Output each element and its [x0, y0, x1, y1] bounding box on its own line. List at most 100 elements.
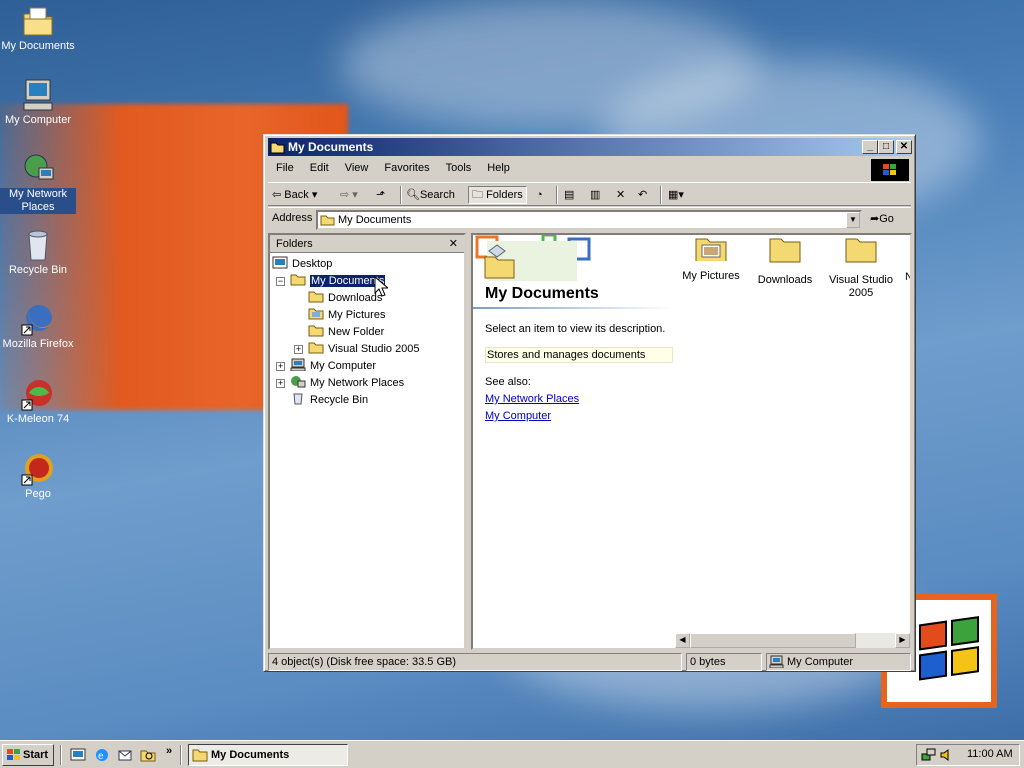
go-button[interactable]: ➦Go [870, 212, 894, 225]
desktop-icon-recycle-bin[interactable]: Recycle Bin [0, 228, 76, 277]
copy-to-button[interactable]: ▥ [590, 186, 600, 204]
contents-pane: My Documents Select an item to view its … [471, 233, 912, 650]
kmeleon-icon [21, 377, 55, 411]
mouse-cursor-icon [374, 275, 390, 301]
menu-file[interactable]: File [268, 159, 302, 177]
my-computer-icon [21, 78, 55, 112]
collapse-my-documents-icon[interactable]: − [276, 277, 285, 286]
quick-launch-chevron-icon[interactable]: » [166, 745, 172, 757]
folders-pane-close-button[interactable]: ✕ [449, 235, 458, 253]
status-size: 0 bytes [686, 653, 762, 671]
system-tray: 11:00 AM [916, 744, 1020, 766]
up-folder-icon: ⬏ [376, 189, 386, 201]
tree-label: Recycle Bin [310, 394, 369, 406]
desktop-icon-firefox[interactable]: Mozilla Firefox [0, 302, 76, 351]
computer-icon [290, 358, 306, 372]
desktop-icon-label: Mozilla Firefox [2, 338, 74, 350]
tree-label: Visual Studio 2005 [328, 343, 420, 355]
delete-button[interactable]: ✕ [616, 186, 625, 204]
folder-icon [769, 238, 801, 263]
address-bar: Address My Documents ▼ ➦Go [268, 207, 911, 231]
up-button[interactable]: ⬏ [376, 186, 385, 204]
volume-tray-icon[interactable] [939, 747, 955, 766]
expand-visual-studio-icon[interactable]: + [294, 345, 303, 354]
link-my-network-places[interactable]: My Network Places [485, 393, 579, 405]
maximize-button[interactable]: □ [878, 140, 894, 154]
see-also-label: See also: [485, 376, 531, 388]
tree-node-new-folder[interactable]: New Folder [308, 324, 384, 340]
tree-node-network-places[interactable]: My Network Places [290, 375, 404, 391]
search-button[interactable]: 🔍︎Search [406, 186, 455, 204]
status-zone: My Computer [766, 653, 911, 671]
address-dropdown-icon[interactable]: ▼ [846, 212, 860, 228]
tree-node-my-computer[interactable]: My Computer [290, 358, 376, 374]
back-button[interactable]: ⇦ Back ▾ [272, 186, 317, 204]
history-button[interactable]: ◔ [536, 186, 543, 204]
minimize-button[interactable]: _ [862, 140, 878, 154]
start-button[interactable]: Start [2, 744, 54, 766]
desktop-icon-kmeleon[interactable]: K-Meleon 74 [0, 377, 76, 426]
expand-network-icon[interactable]: + [276, 379, 285, 388]
link-my-computer[interactable]: My Computer [485, 410, 551, 422]
title-bar[interactable]: My Documents _ □ ✕ [268, 138, 912, 156]
item-label: Visual Studio 2005 [828, 274, 893, 299]
tree-node-downloads[interactable]: Downloads [308, 290, 382, 306]
item-downloads[interactable]: Downloads [753, 235, 817, 286]
expand-my-computer-icon[interactable]: + [276, 362, 285, 371]
status-bar: 4 object(s) (Disk free space: 33.5 GB) 0… [268, 653, 911, 671]
internet-explorer-icon[interactable]: e [94, 747, 110, 766]
desktop-icon-network[interactable]: My Network Places [0, 152, 76, 214]
desktop-icon-my-documents[interactable]: My Documents [0, 4, 76, 53]
item-my-pictures[interactable]: My Pictures [679, 235, 743, 282]
tree-node-my-pictures[interactable]: My Pictures [308, 307, 385, 323]
scroll-left-icon[interactable]: ◀ [675, 633, 690, 648]
folders-button[interactable]: 🗀 Folders [468, 186, 527, 204]
clock[interactable]: 11:00 AM [967, 748, 1013, 760]
address-input[interactable]: My Documents ▼ [316, 210, 862, 230]
recycle-bin-icon [21, 228, 55, 262]
folder-icon [308, 341, 324, 354]
item-visual-studio-2005[interactable]: Visual Studio 2005 [827, 235, 895, 300]
tree-node-my-documents[interactable]: My Documents [290, 273, 386, 289]
menu-tools[interactable]: Tools [438, 159, 480, 177]
menu-view[interactable]: View [337, 159, 377, 177]
scroll-thumb[interactable] [690, 633, 856, 648]
undo-button[interactable]: ↶ [638, 186, 647, 204]
status-objects: 4 object(s) (Disk free space: 33.5 GB) [268, 653, 682, 671]
search-icon: 🔍︎ [406, 189, 420, 201]
tree-node-recycle-bin[interactable]: Recycle Bin [290, 392, 368, 408]
webview-prompt: Select an item to view its description. [485, 323, 666, 335]
tree-node-desktop[interactable]: Desktop [272, 256, 332, 272]
taskbar-button-my-documents[interactable]: My Documents [188, 744, 348, 766]
outlook-express-icon[interactable] [117, 747, 133, 766]
close-button[interactable]: ✕ [896, 140, 912, 154]
horizontal-scrollbar[interactable]: ◀ ▶ [675, 633, 910, 648]
back-label: Back [284, 189, 309, 201]
desktop-icon-my-computer[interactable]: My Computer [0, 78, 76, 127]
search-icon[interactable] [140, 747, 156, 766]
show-desktop-icon[interactable] [70, 747, 86, 766]
desktop-icon-label: Pego [25, 488, 51, 500]
explorer-window: My Documents _ □ ✕ File Edit View Favorites… [263, 134, 916, 672]
folder-icon [308, 290, 324, 303]
move-to-button[interactable]: ▤ [564, 186, 574, 204]
history-icon: ◔ [536, 189, 543, 201]
network-tray-icon[interactable] [921, 747, 937, 766]
menu-edit[interactable]: Edit [302, 159, 337, 177]
folders-label: Folders [486, 189, 523, 201]
desktop-icon-pego[interactable]: Pego [0, 452, 76, 501]
window-title: My Documents [288, 140, 374, 154]
views-icon: ▦▾ [668, 189, 684, 201]
scroll-right-icon[interactable]: ▶ [895, 633, 910, 648]
desktop-icon [272, 256, 288, 269]
tree-node-visual-studio[interactable]: Visual Studio 2005 [308, 341, 420, 357]
forward-button[interactable]: ⇨ ▾ [340, 186, 358, 204]
pego-icon [21, 452, 55, 486]
menu-help[interactable]: Help [479, 159, 518, 177]
views-button[interactable]: ▦▾ [668, 186, 684, 204]
undo-icon: ↶ [638, 189, 648, 201]
webview-heading: My Documents [485, 285, 599, 302]
menu-favorites[interactable]: Favorites [376, 159, 437, 177]
folder-icon [192, 748, 208, 768]
my-documents-icon [21, 4, 55, 38]
